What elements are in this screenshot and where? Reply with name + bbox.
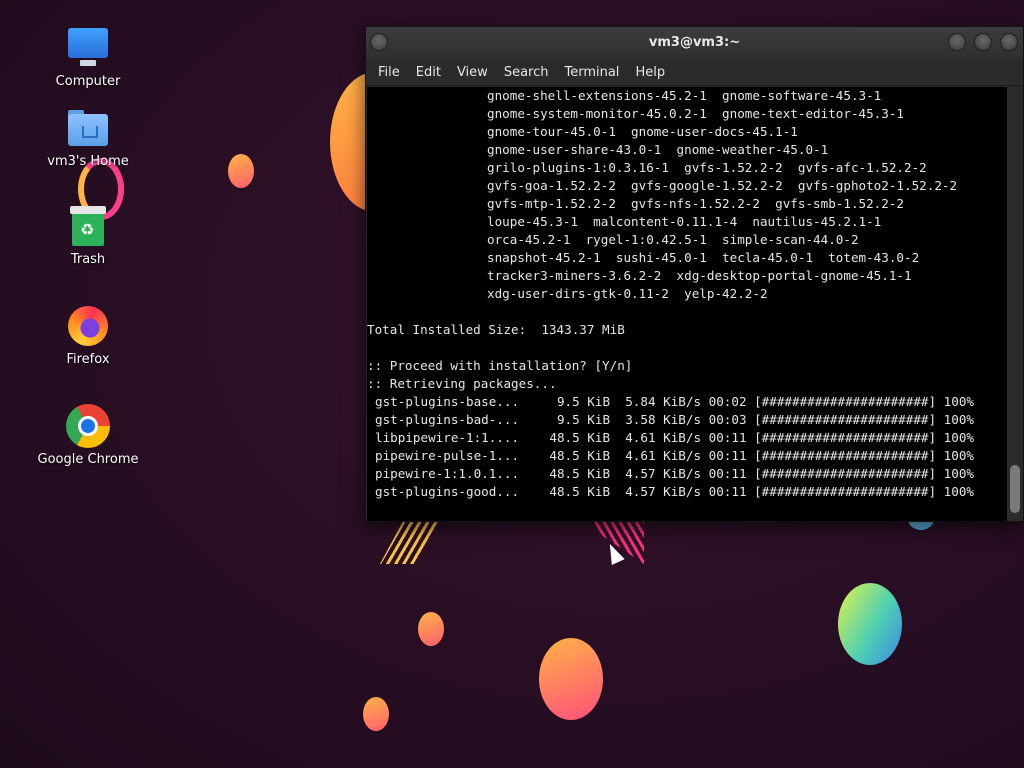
desktop-icon-label: Google Chrome [37, 452, 139, 467]
wallpaper-stripes [380, 518, 442, 564]
download-line: gst-plugins-base... 9.5 KiB 5.84 KiB/s 0… [375, 394, 974, 409]
desktop-icon-firefox[interactable]: Firefox [33, 304, 143, 367]
terminal-line: orca-45.2-1 rygel-1:0.42.5-1 simple-scan… [487, 232, 859, 247]
menu-search[interactable]: Search [496, 65, 557, 80]
wallpaper-blob [539, 638, 603, 720]
terminal-line: tracker3-miners-3.6.2-2 xdg-desktop-port… [487, 268, 912, 283]
menu-terminal[interactable]: Terminal [556, 65, 627, 80]
home-folder-icon [66, 106, 110, 150]
terminal-line: gnome-user-share-43.0-1 gnome-weather-45… [487, 142, 829, 157]
wallpaper-blob [838, 583, 902, 665]
terminal-line: grilo-plugins-1:0.3.16-1 gvfs-1.52.2-2 g… [487, 160, 927, 175]
desktop-icon-label: vm3's Home [47, 154, 129, 169]
computer-icon [66, 26, 110, 70]
desktop-icon-chrome[interactable]: Google Chrome [33, 404, 143, 467]
terminal-line: gnome-shell-extensions-45.2-1 gnome-soft… [487, 88, 882, 103]
window-title: vm3@vm3:~ [648, 35, 741, 50]
menu-bar: File Edit View Search Terminal Help [366, 59, 1023, 86]
terminal-line: snapshot-45.2-1 sushi-45.0-1 tecla-45.0-… [487, 250, 920, 265]
desktop-icon-home[interactable]: vm3's Home [33, 106, 143, 169]
terminal-line: gvfs-mtp-1.52.2-2 gvfs-nfs-1.52.2-2 gvfs… [487, 196, 905, 211]
download-line: pipewire-pulse-1... 48.5 KiB 4.61 KiB/s … [375, 448, 974, 463]
terminal-line: gnome-tour-45.0-1 gnome-user-docs-45.1-1 [487, 124, 798, 139]
download-line: pipewire-1:1.0.1... 48.5 KiB 4.57 KiB/s … [375, 466, 974, 481]
terminal-line: xdg-user-dirs-gtk-0.11-2 yelp-42.2-2 [487, 286, 768, 301]
terminal-line: gvfs-goa-1.52.2-2 gvfs-google-1.52.2-2 g… [487, 178, 958, 193]
download-line: gst-plugins-good... 48.5 KiB 4.57 KiB/s … [375, 484, 974, 499]
terminal-line: loupe-45.3-1 malcontent-0.11.1-4 nautilu… [487, 214, 882, 229]
download-line: gst-plugins-bad-... 9.5 KiB 3.58 KiB/s 0… [375, 412, 974, 427]
close-button[interactable] [1000, 33, 1018, 51]
trash-icon: ♻ [66, 204, 110, 248]
desktop-icon-trash[interactable]: ♻ Trash [33, 204, 143, 267]
desktop-icon-label: Trash [70, 252, 106, 267]
terminal-retrieving: :: Retrieving packages... [367, 376, 557, 391]
wallpaper-blob [363, 697, 389, 731]
menu-file[interactable]: File [370, 65, 408, 80]
terminal-total-size: Total Installed Size: 1343.37 MiB [367, 322, 625, 337]
chrome-icon [66, 404, 110, 448]
scrollbar-thumb[interactable] [1010, 465, 1020, 513]
menu-edit[interactable]: Edit [408, 65, 449, 80]
menu-view[interactable]: View [449, 65, 496, 80]
desktop-icon-label: Firefox [66, 352, 110, 367]
desktop-icon-label: Computer [55, 74, 121, 89]
menu-help[interactable]: Help [627, 65, 673, 80]
wallpaper-blob [418, 612, 444, 646]
terminal-window[interactable]: vm3@vm3:~ File Edit View Search Terminal… [365, 26, 1024, 522]
terminal-output[interactable]: gnome-shell-extensions-45.2-1 gnome-soft… [367, 87, 1007, 521]
terminal-prompt: :: Proceed with installation? [Y/n] [367, 358, 633, 373]
download-line: libpipewire-1:1.... 48.5 KiB 4.61 KiB/s … [375, 430, 974, 445]
terminal-scrollbar[interactable] [1007, 87, 1023, 521]
minimize-button[interactable] [948, 33, 966, 51]
window-titlebar[interactable]: vm3@vm3:~ [366, 27, 1023, 59]
firefox-icon [66, 304, 110, 348]
wallpaper-blob [228, 154, 254, 188]
terminal-line: gnome-system-monitor-45.0.2-1 gnome-text… [487, 106, 905, 121]
maximize-button[interactable] [974, 33, 992, 51]
desktop-icon-computer[interactable]: Computer [33, 26, 143, 89]
